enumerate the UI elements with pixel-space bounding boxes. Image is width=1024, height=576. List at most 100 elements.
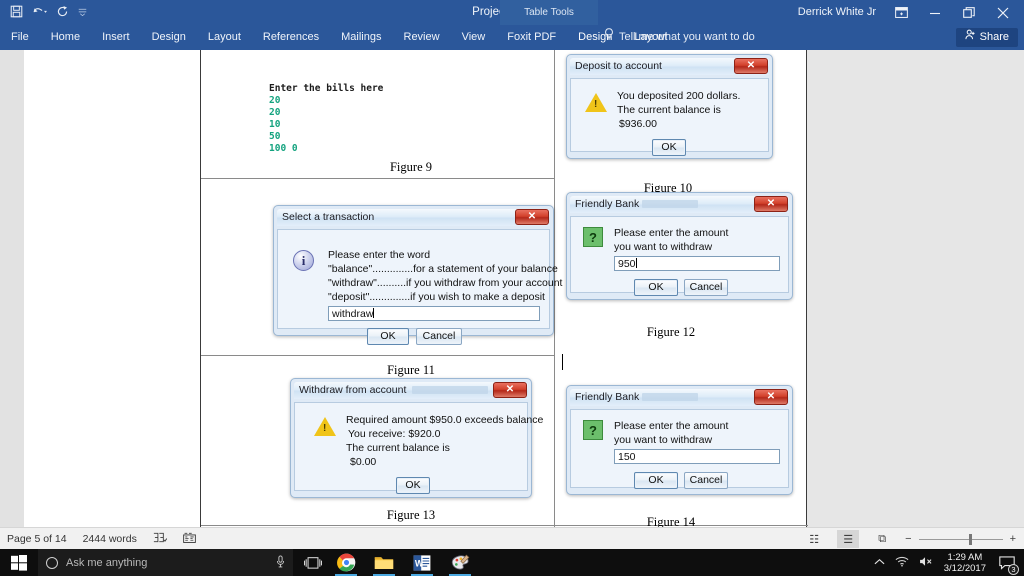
dialog-title-bar[interactable]: Friendly Bank ✕ xyxy=(570,389,789,406)
dialog-title-ghost-text xyxy=(412,386,488,394)
notification-center-icon[interactable]: 3 xyxy=(996,552,1018,574)
amount-input[interactable]: 950 xyxy=(614,256,780,271)
tell-me-search[interactable]: Tell me what you want to do xyxy=(604,25,755,50)
view-read-mode-button[interactable]: ☷ xyxy=(803,530,825,548)
task-view-button[interactable] xyxy=(298,549,328,576)
dialog-message-line-1: Please enter the word xyxy=(328,248,430,262)
text-insertion-caret xyxy=(562,354,563,370)
tab-foxit-pdf[interactable]: Foxit PDF xyxy=(496,25,567,50)
microphone-icon[interactable] xyxy=(276,555,285,571)
word-count[interactable]: 2444 words xyxy=(83,533,137,545)
dialog-message-line-2: The current balance is xyxy=(617,103,721,117)
dialog-close-button[interactable]: ✕ xyxy=(493,382,527,398)
volume-muted-icon[interactable] xyxy=(919,556,934,570)
view-print-layout-button[interactable]: ☰ xyxy=(837,530,859,548)
tell-me-label: Tell me what you want to do xyxy=(619,25,755,50)
dialog-title-bar[interactable]: Friendly Bank ✕ xyxy=(570,196,789,213)
cancel-button[interactable]: Cancel xyxy=(684,279,728,296)
status-bar-right: ☷ ☰ ⧉ − + xyxy=(803,528,1016,550)
zoom-out-button[interactable]: − xyxy=(905,533,911,545)
zoom-track[interactable] xyxy=(919,539,1003,540)
dialog-message-line-4: $0.00 xyxy=(350,455,376,469)
ok-button[interactable]: OK xyxy=(367,328,409,345)
zoom-slider[interactable]: − + xyxy=(905,533,1016,545)
amount-input[interactable]: 150 xyxy=(614,449,780,464)
minimize-button[interactable] xyxy=(918,0,952,25)
caption-figure-13: Figure 13 xyxy=(341,508,481,523)
amount-input-value: 950 xyxy=(618,258,636,270)
system-tray: 1:29 AM 3/12/2017 3 xyxy=(874,549,1024,576)
show-hidden-icons-button[interactable] xyxy=(874,557,885,569)
table-row-divider-2 xyxy=(201,355,554,356)
ok-button[interactable]: OK xyxy=(634,279,678,296)
dialog-message-line-3: $936.00 xyxy=(619,117,657,131)
dialog-close-button[interactable]: ✕ xyxy=(734,58,768,74)
text-cursor xyxy=(636,258,637,268)
start-button[interactable] xyxy=(0,549,38,576)
warning-icon xyxy=(314,417,336,436)
zoom-in-button[interactable]: + xyxy=(1010,533,1016,545)
page-indicator[interactable]: Page 5 of 14 xyxy=(7,533,67,545)
cancel-button[interactable]: Cancel xyxy=(684,472,728,489)
dialog-select-a-transaction[interactable]: Select a transaction ✕ i Please enter th… xyxy=(273,205,554,336)
text-cursor xyxy=(373,308,374,318)
tab-mailings[interactable]: Mailings xyxy=(330,25,392,50)
tab-design[interactable]: Design xyxy=(141,25,197,50)
page-right-margin-area xyxy=(807,50,1024,527)
share-button[interactable]: Share xyxy=(956,28,1018,47)
dialog-close-button[interactable]: ✕ xyxy=(754,389,788,405)
dialog-title-bar[interactable]: Select a transaction ✕ xyxy=(277,209,550,226)
ok-button[interactable]: OK xyxy=(396,477,430,494)
paint-icon[interactable] xyxy=(446,549,474,576)
dialog-message-line-4: "deposit"..............if you wish to ma… xyxy=(328,290,545,304)
dialog-title: Friendly Bank xyxy=(575,196,639,213)
tab-insert[interactable]: Insert xyxy=(91,25,141,50)
tab-references[interactable]: References xyxy=(252,25,330,50)
question-icon: ? xyxy=(583,227,603,247)
dialog-deposit-to-account[interactable]: Deposit to account ✕ You deposited 200 d… xyxy=(566,54,773,159)
dialog-friendly-bank-withdraw-2[interactable]: Friendly Bank ✕ ? Please enter the amoun… xyxy=(566,385,793,495)
clock[interactable]: 1:29 AM 3/12/2017 xyxy=(944,552,986,574)
account-name[interactable]: Derrick White Jr xyxy=(798,0,876,25)
cancel-button[interactable]: Cancel xyxy=(416,328,462,345)
notification-badge: 3 xyxy=(1008,564,1019,575)
document-page[interactable]: Enter the bills here 20 20 10 50 100 0 F… xyxy=(200,50,807,527)
search-input[interactable]: Ask me anything xyxy=(38,549,293,576)
taskbar-apps: W xyxy=(332,549,474,576)
word-icon[interactable]: W xyxy=(408,549,436,576)
spelling-check-icon[interactable] xyxy=(153,532,167,546)
view-web-layout-button[interactable]: ⧉ xyxy=(871,530,893,548)
tab-layout[interactable]: Layout xyxy=(197,25,252,50)
dialog-message-line-2: you want to withdraw xyxy=(614,433,712,447)
dialog-title-bar[interactable]: Deposit to account ✕ xyxy=(570,58,769,75)
dialog-title: Withdraw from account xyxy=(299,382,406,399)
taskbar: Ask me anything W xyxy=(0,549,1024,576)
console-output-block: Enter the bills here 20 20 10 50 100 0 xyxy=(269,83,383,155)
search-placeholder: Ask me anything xyxy=(66,557,268,569)
tab-file[interactable]: File xyxy=(0,25,40,50)
ok-button[interactable]: OK xyxy=(652,139,686,156)
transaction-input[interactable]: withdraw xyxy=(328,306,540,321)
caption-figure-11: Figure 11 xyxy=(341,363,481,378)
ok-button[interactable]: OK xyxy=(634,472,678,489)
wifi-icon[interactable] xyxy=(895,556,909,570)
tab-view[interactable]: View xyxy=(451,25,497,50)
dialog-title-bar[interactable]: Withdraw from account ✕ xyxy=(294,382,528,399)
restore-button[interactable] xyxy=(952,0,986,25)
dialog-body: ? Please enter the amount you want to wi… xyxy=(570,216,789,293)
language-icon[interactable] xyxy=(183,532,196,546)
dialog-withdraw-from-account[interactable]: Withdraw from account ✕ Required amount … xyxy=(290,378,532,498)
close-button[interactable] xyxy=(986,0,1020,25)
chrome-icon[interactable] xyxy=(332,549,360,576)
zoom-thumb[interactable] xyxy=(969,534,972,545)
tab-home[interactable]: Home xyxy=(40,25,91,50)
dialog-close-button[interactable]: ✕ xyxy=(754,196,788,212)
dialog-friendly-bank-withdraw-1[interactable]: Friendly Bank ✕ ? Please enter the amoun… xyxy=(566,192,793,300)
ribbon-display-options-icon[interactable] xyxy=(884,0,918,25)
dialog-message-line-1: You deposited 200 dollars. xyxy=(617,89,740,103)
file-explorer-icon[interactable] xyxy=(370,549,398,576)
dialog-title-ghost-text xyxy=(642,393,698,401)
tab-review[interactable]: Review xyxy=(393,25,451,50)
dialog-close-button[interactable]: ✕ xyxy=(515,209,549,225)
transaction-input-value: withdraw xyxy=(332,308,373,320)
